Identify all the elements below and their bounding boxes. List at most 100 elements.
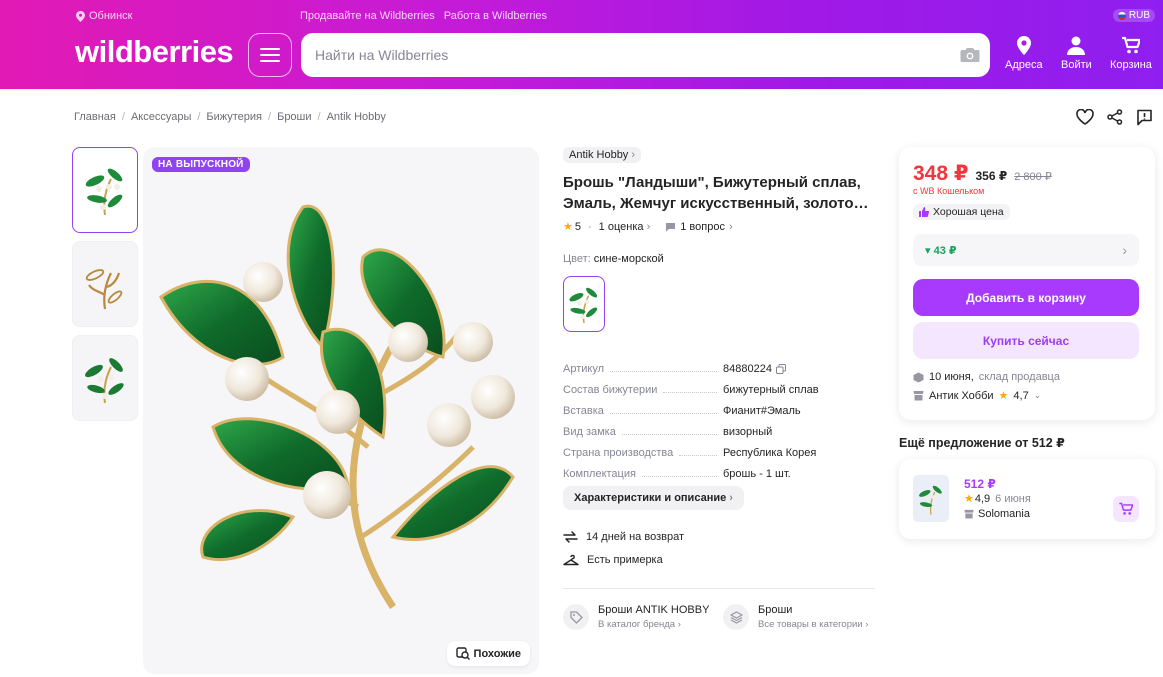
spec-dots (609, 413, 717, 414)
heart-icon[interactable] (1076, 109, 1094, 125)
addresses-button[interactable]: Адреса (1005, 36, 1043, 71)
another-offer-card[interactable]: 512 ₽ ★ 4,9 6 июня Solomania (899, 459, 1155, 539)
shop-icon (913, 391, 924, 401)
main-product-image[interactable]: НА ВЫПУСКНОЙ Похожие (143, 147, 539, 674)
thumbnail-2[interactable] (72, 241, 138, 327)
offer-seller: Solomania (978, 508, 1030, 520)
brand-catalog-link[interactable]: Броши ANTIK HOBBY В каталог бренда › (563, 604, 709, 630)
breadcrumb: Главная / Аксессуары / Бижутерия / Броши / A… (74, 111, 386, 123)
sell-link[interactable]: Продавайте на Wildberries (300, 10, 435, 22)
photo-search-button[interactable] (950, 47, 990, 63)
star-icon: ★ (964, 493, 974, 505)
menu-button[interactable] (248, 33, 292, 77)
addresses-label: Адреса (1005, 59, 1043, 71)
currency-selector[interactable]: RUB (1112, 9, 1155, 22)
breadcrumb-item[interactable]: Главная (74, 111, 116, 123)
buy-box: 348 ₽ 356 ₽ 2 800 ₽ с WB Кошельком Хорош… (899, 147, 1155, 420)
thumbnail-list (72, 147, 138, 421)
spec-row: Артикул 84880224 (563, 354, 843, 375)
menu-line (260, 60, 280, 62)
spec-row: Вставка Фианит#Эмаль (563, 396, 843, 417)
chevron-right-icon: › (646, 220, 651, 233)
chevron-right-icon: › (729, 492, 733, 504)
brooch-back-thumbnail-image (85, 269, 123, 310)
login-button[interactable]: Войти (1061, 36, 1092, 71)
offer-add-to-cart-button[interactable] (1113, 496, 1139, 522)
breadcrumb-separator: / (121, 111, 125, 123)
add-to-cart-button[interactable]: Добавить в корзину (913, 279, 1139, 316)
price-drop-row[interactable]: ▾ 43 ₽ › (913, 234, 1139, 266)
offer-image (913, 475, 949, 522)
seller-info[interactable]: Антик Хобби ★ 4,7 ⌄ (913, 389, 1041, 402)
another-offer-title: Ещё предложение от 512 ₽ (899, 436, 1065, 450)
spec-dots (641, 476, 717, 477)
return-info: 14 дней на возврат (563, 530, 684, 544)
color-label: Цвет: сине-морской (563, 253, 664, 265)
breadcrumb-item[interactable]: Аксессуары (131, 111, 191, 123)
share-icon[interactable] (1107, 109, 1123, 125)
similar-button[interactable]: Похожие (446, 641, 530, 666)
spec-value: брошь - 1 шт. (723, 468, 791, 480)
spec-dots (610, 371, 717, 372)
thumbnail-3[interactable] (72, 335, 138, 421)
chat-icon (666, 222, 676, 231)
top-bar: Обнинск Продавайте на Wildberries Работа… (0, 0, 1163, 32)
search-input[interactable] (301, 33, 950, 77)
breadcrumb-separator: / (317, 111, 321, 123)
rating-row: ★ 5 · 1 оценка › 1 вопрос › (563, 220, 733, 234)
jobs-link[interactable]: Работа в Wildberries (444, 10, 547, 22)
rating-value: 5 (574, 220, 581, 233)
product-title: Брошь "Ландыши", Бижутерный сплав, Эмаль… (563, 174, 869, 212)
offer-rating-row: ★ 4,9 6 июня (964, 492, 1031, 506)
article-number: 84880224 (723, 363, 772, 375)
chevron-right-icon: › (728, 220, 733, 233)
spec-table: Артикул 84880224 Состав бижутерии бижутерн… (563, 354, 843, 480)
breadcrumb-item[interactable]: Antik Hobby (327, 111, 386, 123)
header: Обнинск Продавайте на Wildberries Работа… (0, 0, 1163, 89)
divider (563, 588, 875, 589)
spec-dots (621, 434, 717, 435)
box-icon (913, 372, 924, 382)
color-swatch[interactable] (563, 276, 605, 332)
brand-label: Antik Hobby (569, 149, 629, 161)
cart-label: Корзина (1110, 59, 1152, 71)
thumbnail-1[interactable] (72, 147, 138, 233)
logo[interactable]: wildberries (75, 34, 234, 70)
spec-key: Вставка (563, 405, 604, 417)
return-icon (563, 531, 578, 543)
brand-link[interactable]: Antik Hobby › (563, 147, 641, 163)
breadcrumb-item[interactable]: Бижутерия (206, 111, 262, 123)
menu-line (260, 54, 280, 56)
category-title: Броши (758, 604, 793, 616)
breadcrumb-item[interactable]: Броши (277, 111, 311, 123)
reviews-label: 1 оценка (598, 220, 644, 233)
shop-icon (964, 509, 974, 519)
spec-key: Артикул (563, 363, 605, 375)
city-selector[interactable]: Обнинск (76, 10, 132, 22)
good-price-badge: Хорошая цена (913, 204, 1010, 220)
menu-line (260, 48, 280, 50)
brooch-thumbnail-image (85, 168, 123, 216)
spec-value: 84880224 (723, 363, 843, 375)
questions-link[interactable]: 1 вопрос › (665, 220, 733, 233)
spec-value: Республика Корея (723, 447, 817, 459)
characteristics-button[interactable]: Характеристики и описание › (563, 486, 744, 510)
copy-icon[interactable] (775, 364, 786, 374)
brooch-thumbnail-image (85, 358, 124, 404)
category-link[interactable]: Броши Все товары в категории › (723, 604, 868, 630)
buy-now-button[interactable]: Купить сейчас (913, 322, 1139, 359)
spec-row: Комплектация брошь - 1 шт. (563, 459, 843, 480)
tag-icon (563, 604, 589, 630)
cart-button[interactable]: Корзина (1110, 36, 1152, 71)
brooch-swatch-image (569, 287, 598, 324)
wallet-note: с WB Кошельком (913, 186, 985, 196)
category-sub: Все товары в категории › (758, 619, 869, 630)
report-icon[interactable] (1136, 109, 1153, 126)
promo-badge: НА ВЫПУСКНОЙ (152, 157, 250, 172)
reviews-link[interactable]: 1 оценка › (599, 221, 651, 233)
regular-price: 356 ₽ (975, 169, 1008, 183)
hanger-icon (563, 554, 579, 566)
location-pin-icon (76, 10, 85, 22)
search-bar (301, 33, 990, 77)
brand-catalog-sub: В каталог бренда › (598, 619, 681, 630)
